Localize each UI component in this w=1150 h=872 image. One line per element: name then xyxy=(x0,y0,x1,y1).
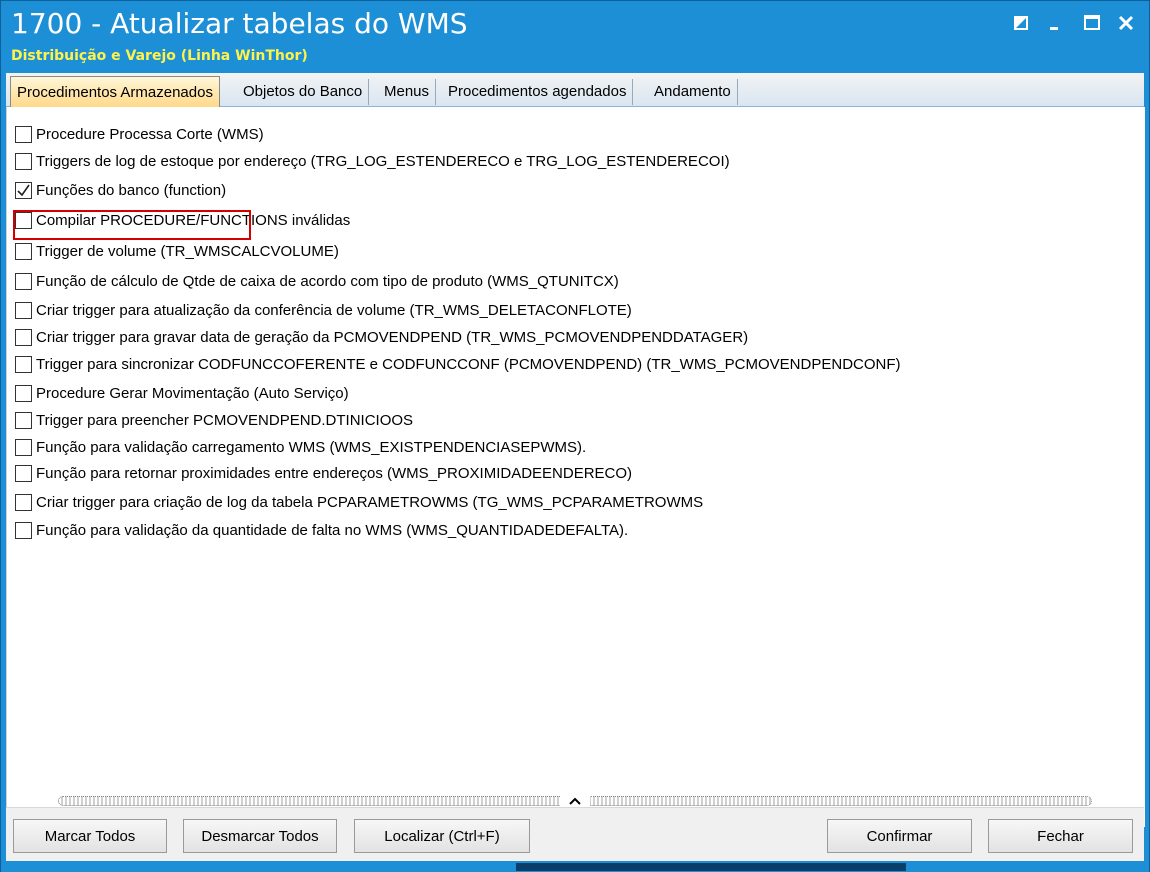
checkmark-icon xyxy=(17,184,30,196)
procedures-panel: Procedure Processa Corte (WMS) Triggers … xyxy=(6,107,1145,827)
window-title: 1700 - Atualizar tabelas do WMS xyxy=(11,7,468,40)
tab-procedimentos-agendados[interactable]: Procedimentos agendados xyxy=(442,79,634,105)
tab-menus[interactable]: Menus xyxy=(378,79,437,105)
checkbox[interactable] xyxy=(15,242,32,260)
app-window: 1700 - Atualizar tabelas do WMS Distribu… xyxy=(0,0,1150,872)
status-segment xyxy=(516,863,906,871)
tab-andamento[interactable]: Andamento xyxy=(648,79,738,105)
list-item[interactable]: Funções do banco (function) xyxy=(15,179,226,201)
checkbox[interactable] xyxy=(15,211,32,229)
item-label: Função de cálculo de Qtde de caixa de ac… xyxy=(36,272,619,290)
item-label: Função para retornar proximidades entre … xyxy=(36,464,633,482)
tab-procedimentos-armazenados[interactable]: Procedimentos Armazenados xyxy=(10,76,220,107)
checkbox[interactable] xyxy=(15,464,32,482)
list-item[interactable]: Criar trigger para gravar data de geraçã… xyxy=(15,326,748,348)
checkbox[interactable] xyxy=(15,384,32,402)
tab-objetos-do-banco[interactable]: Objetos do Banco xyxy=(237,79,370,105)
item-label: Trigger para sincronizar CODFUNCCOFERENT… xyxy=(36,355,901,373)
list-item[interactable]: Função para validação da quantidade de f… xyxy=(15,519,628,541)
list-item[interactable]: Função para validação carregamento WMS (… xyxy=(15,436,586,458)
fechar-button[interactable]: Fechar xyxy=(988,819,1133,853)
checkbox[interactable] xyxy=(15,328,32,346)
desmarcar-todos-button[interactable]: Desmarcar Todos xyxy=(183,819,337,853)
checkbox[interactable] xyxy=(15,152,32,170)
item-label: Função para validação carregamento WMS (… xyxy=(36,438,587,456)
checkbox[interactable] xyxy=(15,355,32,373)
item-label: Compilar PROCEDURE/FUNCTIONS inválidas xyxy=(36,211,351,229)
checkbox[interactable] xyxy=(15,411,32,429)
item-label: Trigger de volume (TR_WMSCALCVOLUME) xyxy=(36,242,339,260)
list-item[interactable]: Função de cálculo de Qtde de caixa de ac… xyxy=(15,270,619,292)
item-label: Criar trigger para gravar data de geraçã… xyxy=(36,328,749,346)
item-label: Criar trigger para criação de log da tab… xyxy=(36,493,704,511)
checkbox[interactable] xyxy=(15,272,32,290)
close-icon[interactable] xyxy=(1112,9,1140,37)
list-item[interactable]: Procedure Gerar Movimentação (Auto Servi… xyxy=(15,382,349,404)
chevron-up-icon xyxy=(569,797,581,805)
title-bar[interactable]: 1700 - Atualizar tabelas do WMS Distribu… xyxy=(1,1,1149,73)
checkbox[interactable] xyxy=(15,301,32,319)
confirmar-button[interactable]: Confirmar xyxy=(827,819,972,853)
item-label: Procedure Processa Corte (WMS) xyxy=(36,125,264,143)
list-item[interactable]: Compilar PROCEDURE/FUNCTIONS inválidas xyxy=(15,209,350,231)
window-subtitle: Distribuição e Varejo (Linha WinThor) xyxy=(11,48,308,64)
item-label: Triggers de log de estoque por endereço … xyxy=(36,152,730,170)
item-label: Trigger para preencher PCMOVENDPEND.DTIN… xyxy=(36,411,414,429)
marcar-todos-button[interactable]: Marcar Todos xyxy=(13,819,167,853)
restore-icon[interactable] xyxy=(1007,9,1035,37)
list-item[interactable]: Triggers de log de estoque por endereço … xyxy=(15,150,730,172)
item-label: Criar trigger para atualização da confer… xyxy=(36,301,632,319)
checkbox[interactable] xyxy=(15,493,32,511)
list-item[interactable]: Trigger para preencher PCMOVENDPEND.DTIN… xyxy=(15,409,413,431)
checkbox[interactable] xyxy=(15,438,32,456)
list-item[interactable]: Trigger de volume (TR_WMSCALCVOLUME) xyxy=(15,240,339,262)
tab-strip: Procedimentos Armazenados Objetos do Ban… xyxy=(6,73,1144,107)
maximize-icon[interactable] xyxy=(1078,9,1106,37)
checkbox[interactable] xyxy=(15,125,32,143)
list-item[interactable]: Criar trigger para atualização da confer… xyxy=(15,299,632,321)
minimize-icon[interactable] xyxy=(1042,9,1070,37)
button-bar: Marcar Todos Desmarcar Todos Localizar (… xyxy=(6,807,1144,862)
item-label: Funções do banco (function) xyxy=(36,181,227,199)
list-item[interactable]: Criar trigger para criação de log da tab… xyxy=(15,491,703,513)
localizar-button[interactable]: Localizar (Ctrl+F) xyxy=(354,819,530,853)
list-item[interactable]: Procedure Processa Corte (WMS) xyxy=(15,123,264,145)
client-area: Procedimentos Armazenados Objetos do Ban… xyxy=(6,73,1145,862)
item-label: Procedure Gerar Movimentação (Auto Servi… xyxy=(36,384,349,402)
window-bottom-border xyxy=(1,861,1149,872)
checkbox-checked[interactable] xyxy=(15,181,32,199)
list-item[interactable]: Função para retornar proximidades entre … xyxy=(15,462,632,484)
checkbox[interactable] xyxy=(15,521,32,539)
item-label: Função para validação da quantidade de f… xyxy=(36,521,629,539)
list-item[interactable]: Trigger para sincronizar CODFUNCCOFERENT… xyxy=(15,353,901,375)
